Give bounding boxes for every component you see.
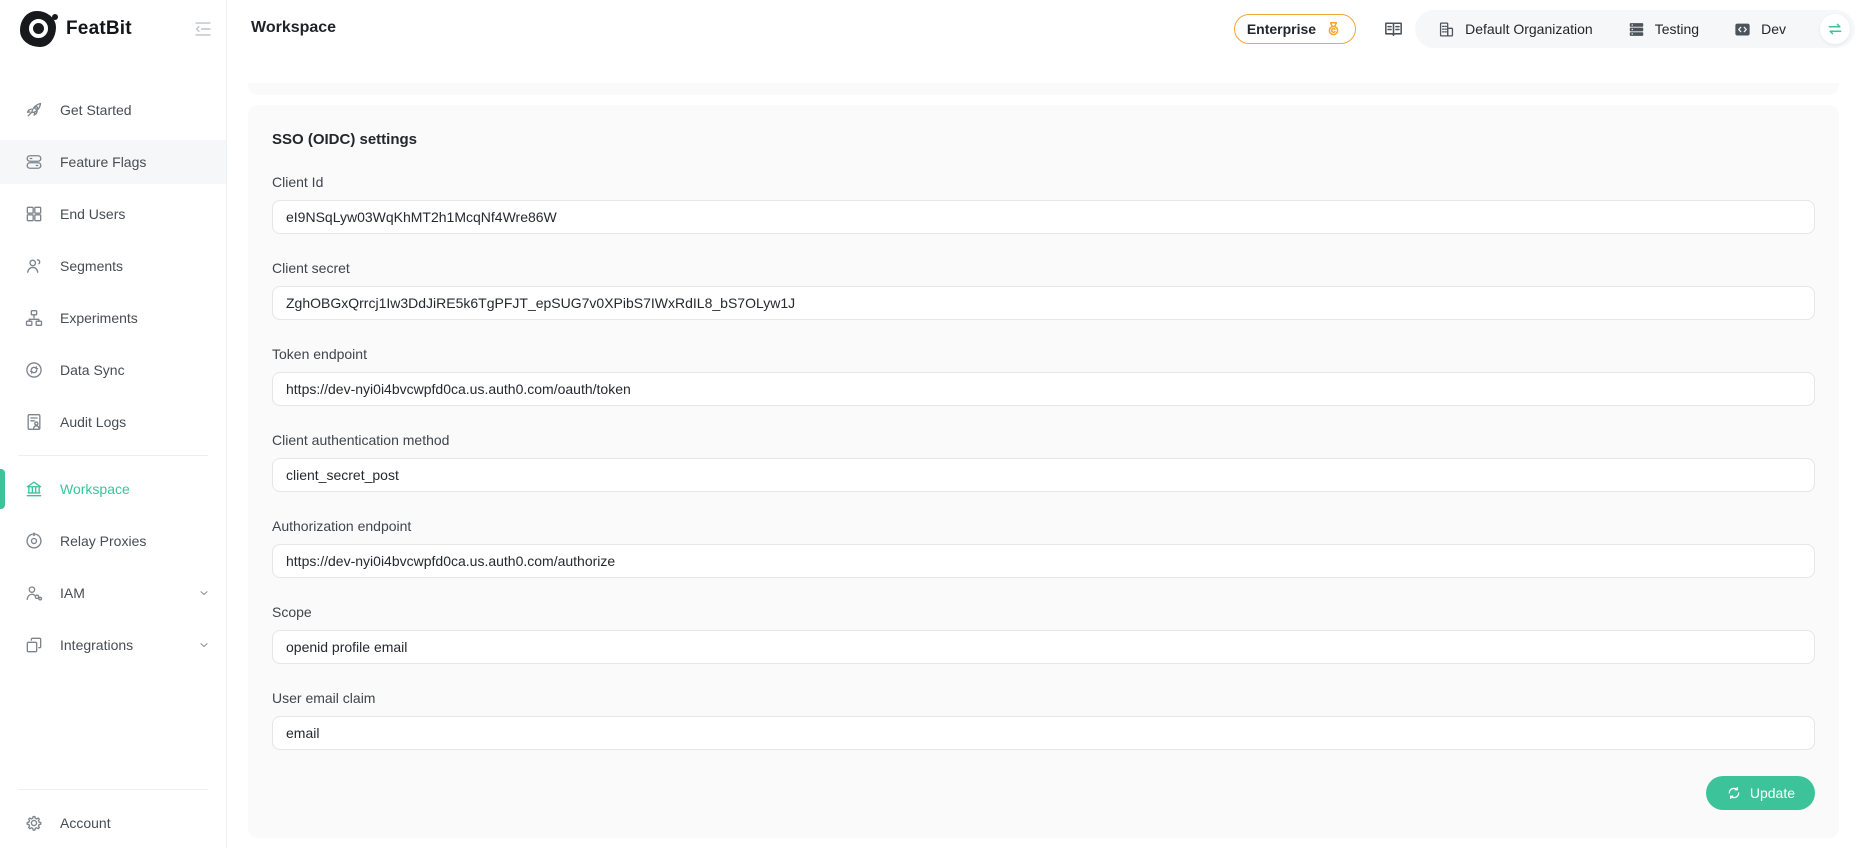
sidebar-item-workspace[interactable]: Workspace	[0, 467, 226, 511]
sso-settings-card: SSO (OIDC) settings Client Id Client sec…	[248, 105, 1839, 838]
sidebar-item-label: Audit Logs	[60, 414, 126, 430]
header-controls: Enterprise	[1234, 10, 1855, 48]
sidebar-item-label: Experiments	[60, 310, 138, 326]
project-stack-icon	[1627, 20, 1646, 39]
sync-circle-icon	[24, 360, 44, 380]
field-label: Client secret	[272, 260, 1815, 276]
grid-icon	[24, 204, 44, 224]
sidebar-item-iam[interactable]: IAM	[0, 571, 226, 615]
sidebar-item-label: Data Sync	[60, 362, 125, 378]
field-label: Client Id	[272, 174, 1815, 190]
chevron-down-icon	[198, 587, 210, 599]
button-row: Update	[272, 776, 1815, 810]
update-button[interactable]: Update	[1706, 776, 1815, 810]
client-secret-field: Client secret	[272, 260, 1815, 320]
organization-selector[interactable]: Default Organization	[1437, 20, 1593, 39]
header: Workspace Enterprise	[227, 0, 1861, 70]
token-endpoint-field: Token endpoint	[272, 346, 1815, 406]
environment-selector[interactable]: Dev	[1733, 20, 1786, 39]
sidebar-item-integrations[interactable]: Integrations	[0, 623, 226, 667]
bank-icon	[24, 479, 44, 499]
medal-icon	[1324, 20, 1343, 39]
sidebar-nav: Get Started Feature Flags End Users	[0, 58, 226, 667]
environment-code-icon	[1733, 20, 1752, 39]
sidebar-item-data-sync[interactable]: Data Sync	[0, 348, 226, 392]
environment-label: Dev	[1761, 21, 1786, 37]
sidebar-item-audit-logs[interactable]: Audit Logs	[0, 400, 226, 444]
featbit-logo	[20, 11, 56, 47]
gear-icon	[24, 813, 44, 833]
card-title: SSO (OIDC) settings	[272, 131, 1815, 148]
plan-badge[interactable]: Enterprise	[1234, 14, 1356, 44]
book-icon[interactable]	[1382, 18, 1405, 41]
user-email-claim-input[interactable]	[272, 716, 1815, 750]
sidebar-item-label: Workspace	[60, 481, 130, 497]
sidebar-bottom: Account	[0, 778, 226, 848]
client-id-field: Client Id	[272, 174, 1815, 234]
toggles-icon	[24, 152, 44, 172]
project-selector[interactable]: Testing	[1627, 20, 1699, 39]
sidebar-item-feature-flags[interactable]: Feature Flags	[0, 140, 226, 184]
menu-fold-icon[interactable]	[192, 18, 214, 40]
update-button-label: Update	[1750, 785, 1795, 801]
field-label: Token endpoint	[272, 346, 1815, 362]
audit-document-icon	[24, 412, 44, 432]
users-icon	[24, 256, 44, 276]
sidebar-item-label: End Users	[60, 206, 125, 222]
sidebar-item-segments[interactable]: Segments	[0, 244, 226, 288]
sidebar: FeatBit Get Started	[0, 0, 227, 848]
scope-input[interactable]	[272, 630, 1815, 664]
user-email-claim-field: User email claim	[272, 690, 1815, 750]
sidebar-item-label: IAM	[60, 585, 85, 601]
page-title: Workspace	[251, 19, 336, 37]
organization-building-icon	[1437, 20, 1456, 39]
context-bar: Default Organization Test	[1415, 10, 1855, 48]
sidebar-divider	[18, 455, 208, 456]
client-secret-input[interactable]	[272, 286, 1815, 320]
field-label: Authorization endpoint	[272, 518, 1815, 534]
sitemap-icon	[24, 308, 44, 328]
sidebar-item-end-users[interactable]: End Users	[0, 192, 226, 236]
iam-person-icon	[24, 583, 44, 603]
main-content: SSO (OIDC) settings Client Id Client sec…	[227, 70, 1861, 848]
active-indicator-bar	[0, 469, 5, 509]
sidebar-item-label: Integrations	[60, 637, 133, 653]
client-authentication-method-input[interactable]	[272, 458, 1815, 492]
project-label: Testing	[1655, 21, 1699, 37]
swap-arrows-icon[interactable]	[1820, 14, 1850, 44]
logo-row: FeatBit	[0, 0, 226, 58]
token-endpoint-input[interactable]	[272, 372, 1815, 406]
sidebar-divider	[18, 789, 208, 790]
authorization-endpoint-field: Authorization endpoint	[272, 518, 1815, 578]
chevron-down-icon	[198, 639, 210, 651]
field-label: Scope	[272, 604, 1815, 620]
rocket-icon	[24, 100, 44, 120]
sidebar-item-label: Get Started	[60, 102, 132, 118]
scope-field: Scope	[272, 604, 1815, 664]
sidebar-item-account[interactable]: Account	[0, 801, 226, 845]
sidebar-item-experiments[interactable]: Experiments	[0, 296, 226, 340]
organization-label: Default Organization	[1465, 21, 1593, 37]
brand-name: FeatBit	[66, 18, 132, 40]
integrations-icon	[24, 635, 44, 655]
plan-badge-label: Enterprise	[1247, 21, 1316, 37]
sidebar-item-label: Relay Proxies	[60, 533, 146, 549]
sync-icon	[1726, 785, 1742, 801]
sidebar-item-label: Account	[60, 815, 111, 831]
sidebar-item-relay-proxies[interactable]: Relay Proxies	[0, 519, 226, 563]
relay-icon	[24, 531, 44, 551]
sidebar-item-label: Segments	[60, 258, 123, 274]
field-label: Client authentication method	[272, 432, 1815, 448]
client-id-input[interactable]	[272, 200, 1815, 234]
sidebar-item-get-started[interactable]: Get Started	[0, 88, 226, 132]
authorization-endpoint-input[interactable]	[272, 544, 1815, 578]
field-label: User email claim	[272, 690, 1815, 706]
previous-card-bottom-edge	[248, 83, 1839, 95]
sidebar-item-label: Feature Flags	[60, 154, 146, 170]
client-authentication-method-field: Client authentication method	[272, 432, 1815, 492]
